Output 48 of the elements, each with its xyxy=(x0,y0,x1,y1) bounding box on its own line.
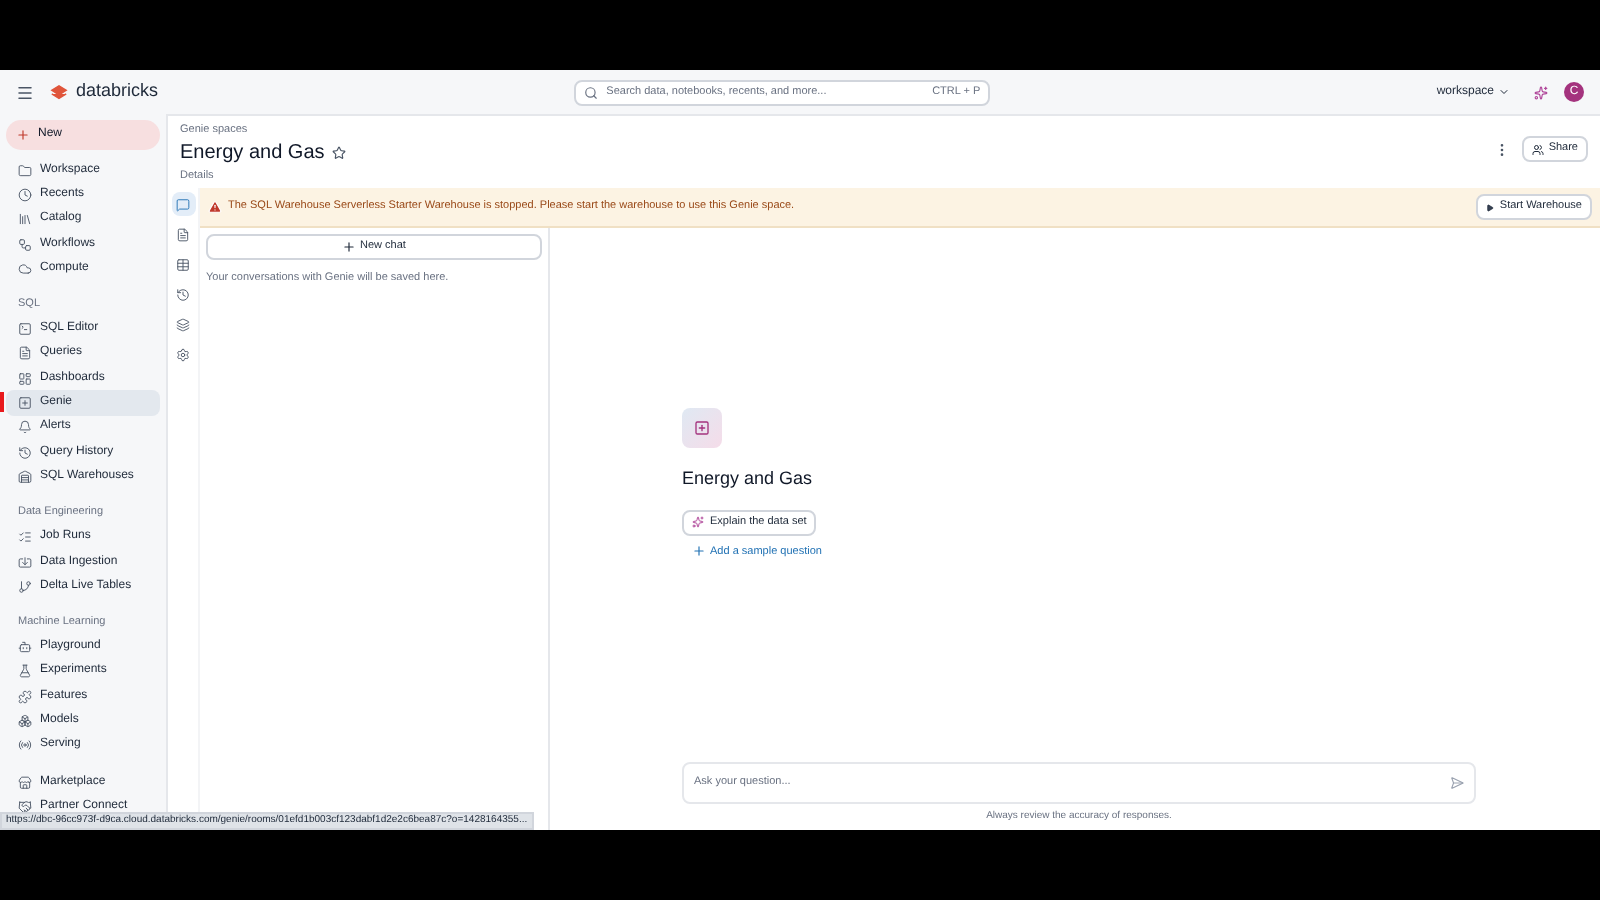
chevron-down-icon xyxy=(1498,86,1510,98)
warning-icon xyxy=(208,200,222,214)
cloud-icon xyxy=(18,261,32,276)
plus-icon xyxy=(16,128,30,142)
search-icon xyxy=(584,85,599,99)
space-title: Energy and Gas xyxy=(682,466,813,492)
menu-icon[interactable] xyxy=(16,83,34,101)
star-icon[interactable] xyxy=(332,146,347,161)
rail-tab[interactable] xyxy=(171,192,195,216)
people-icon xyxy=(1532,143,1545,155)
broadcast-icon xyxy=(18,738,32,753)
bell-icon xyxy=(18,420,32,435)
folder-icon xyxy=(18,163,32,178)
settings-icon xyxy=(176,347,190,361)
brand-name: databricks xyxy=(76,78,159,105)
branch-icon xyxy=(18,579,32,594)
selection-marker xyxy=(0,392,4,413)
store-icon xyxy=(18,775,32,790)
dashboard-icon xyxy=(18,371,32,386)
robot-icon xyxy=(18,640,32,655)
document-icon xyxy=(18,346,32,361)
clock-icon xyxy=(18,187,32,202)
history-icon xyxy=(18,445,32,460)
handshake-icon xyxy=(18,799,32,814)
chat-icon xyxy=(176,197,190,211)
plus-icon xyxy=(342,240,357,254)
logo-icon xyxy=(50,83,68,101)
genie-icon xyxy=(682,408,722,448)
terminal-icon xyxy=(18,322,32,337)
boxes-icon xyxy=(18,713,32,728)
warehouse-icon xyxy=(18,469,32,484)
sparkle-icon xyxy=(692,516,704,528)
page-title: Energy and Gas xyxy=(180,140,325,169)
sparkle-square-icon xyxy=(18,396,32,411)
list-icon xyxy=(18,530,32,545)
sparkle-icon[interactable] xyxy=(1534,85,1548,99)
table-icon xyxy=(176,257,190,271)
layers-icon xyxy=(176,317,190,331)
books-icon xyxy=(18,212,32,227)
import-icon xyxy=(18,555,32,569)
plus-icon xyxy=(692,544,706,559)
play-icon xyxy=(1485,203,1494,211)
history-icon xyxy=(176,287,190,301)
document-icon xyxy=(176,227,190,241)
send-icon[interactable] xyxy=(1450,775,1464,789)
puzzle-icon xyxy=(18,689,32,704)
flask-icon xyxy=(18,664,32,679)
workflow-icon xyxy=(18,237,32,252)
